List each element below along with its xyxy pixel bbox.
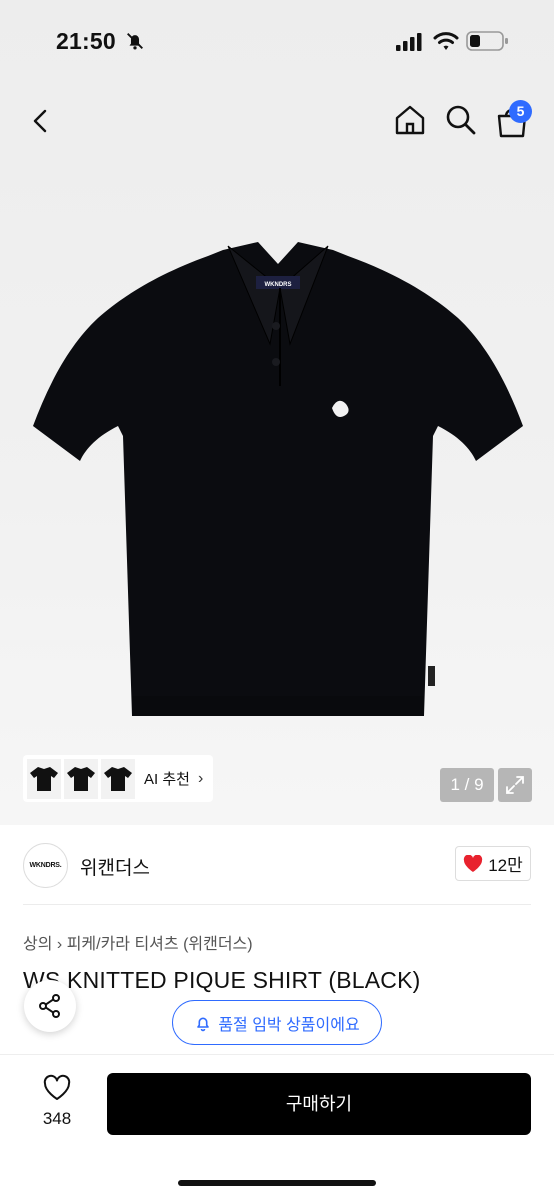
back-icon[interactable] bbox=[24, 104, 58, 138]
heart-icon bbox=[464, 854, 483, 872]
brand-like-count: 12만 bbox=[488, 856, 523, 875]
wifi-icon bbox=[433, 32, 459, 50]
product-title: WS KNITTED PIQUE SHIRT (BLACK) bbox=[23, 967, 421, 993]
chevron-right-icon: › bbox=[56, 936, 67, 953]
brand-like-button[interactable]: 12만 bbox=[455, 846, 531, 881]
thumbnail-shirt-icon bbox=[67, 766, 95, 791]
thumbnail-1[interactable] bbox=[27, 758, 61, 799]
home-icon[interactable] bbox=[392, 102, 428, 138]
battery-icon bbox=[466, 31, 508, 51]
ai-recommend-button[interactable]: AI 추천 › bbox=[144, 768, 203, 789]
chevron-right-icon: › bbox=[197, 769, 204, 787]
thumbnail-3[interactable] bbox=[101, 758, 135, 799]
search-icon[interactable] bbox=[443, 102, 479, 138]
ai-recommend-label: AI 추천 bbox=[144, 771, 190, 788]
heart-outline-icon bbox=[43, 1074, 71, 1100]
thumbnail-2[interactable] bbox=[64, 758, 98, 799]
shirt-logo-label: WKNDRS bbox=[265, 282, 292, 288]
thumbnail-shirt-icon bbox=[30, 766, 58, 791]
breadcrumb-subcategory[interactable]: 피케/카라 티셔츠 (위캔더스) bbox=[67, 936, 253, 953]
thumbnail-shirt-icon bbox=[104, 766, 132, 791]
expand-icon bbox=[506, 776, 524, 794]
wishlist-count: 348 bbox=[42, 1109, 72, 1128]
home-indicator[interactable] bbox=[178, 1180, 376, 1186]
low-stock-notice[interactable]: 품절 임박 상품이에요 bbox=[172, 1000, 382, 1045]
low-stock-text: 품절 임박 상품이에요 bbox=[218, 1016, 360, 1034]
share-button[interactable] bbox=[24, 980, 76, 1032]
bell-icon bbox=[197, 1017, 210, 1031]
signal-icon bbox=[396, 33, 422, 51]
product-shirt-image: WKNDRS bbox=[33, 242, 523, 716]
section-divider bbox=[23, 904, 531, 905]
wishlist-button[interactable]: 348 bbox=[30, 1074, 84, 1134]
brand-name[interactable]: 위캔더스 bbox=[80, 853, 150, 880]
cart-count-badge: 5 bbox=[509, 100, 532, 123]
related-thumbnail-strip[interactable]: AI 추천 › bbox=[23, 755, 213, 802]
share-icon bbox=[39, 994, 60, 1018]
buy-button[interactable]: 구매하기 bbox=[107, 1073, 531, 1135]
brand-logo[interactable]: WKNDRS. bbox=[23, 843, 68, 888]
image-page-indicator: 1 / 9 bbox=[440, 768, 494, 802]
status-time: 21:50 bbox=[56, 28, 116, 54]
mute-bell-icon bbox=[127, 33, 143, 50]
expand-image-button[interactable] bbox=[498, 768, 532, 802]
breadcrumb-category[interactable]: 상의 bbox=[23, 936, 52, 953]
breadcrumb: 상의 › 피케/카라 티셔츠 (위캔더스) bbox=[23, 930, 253, 954]
